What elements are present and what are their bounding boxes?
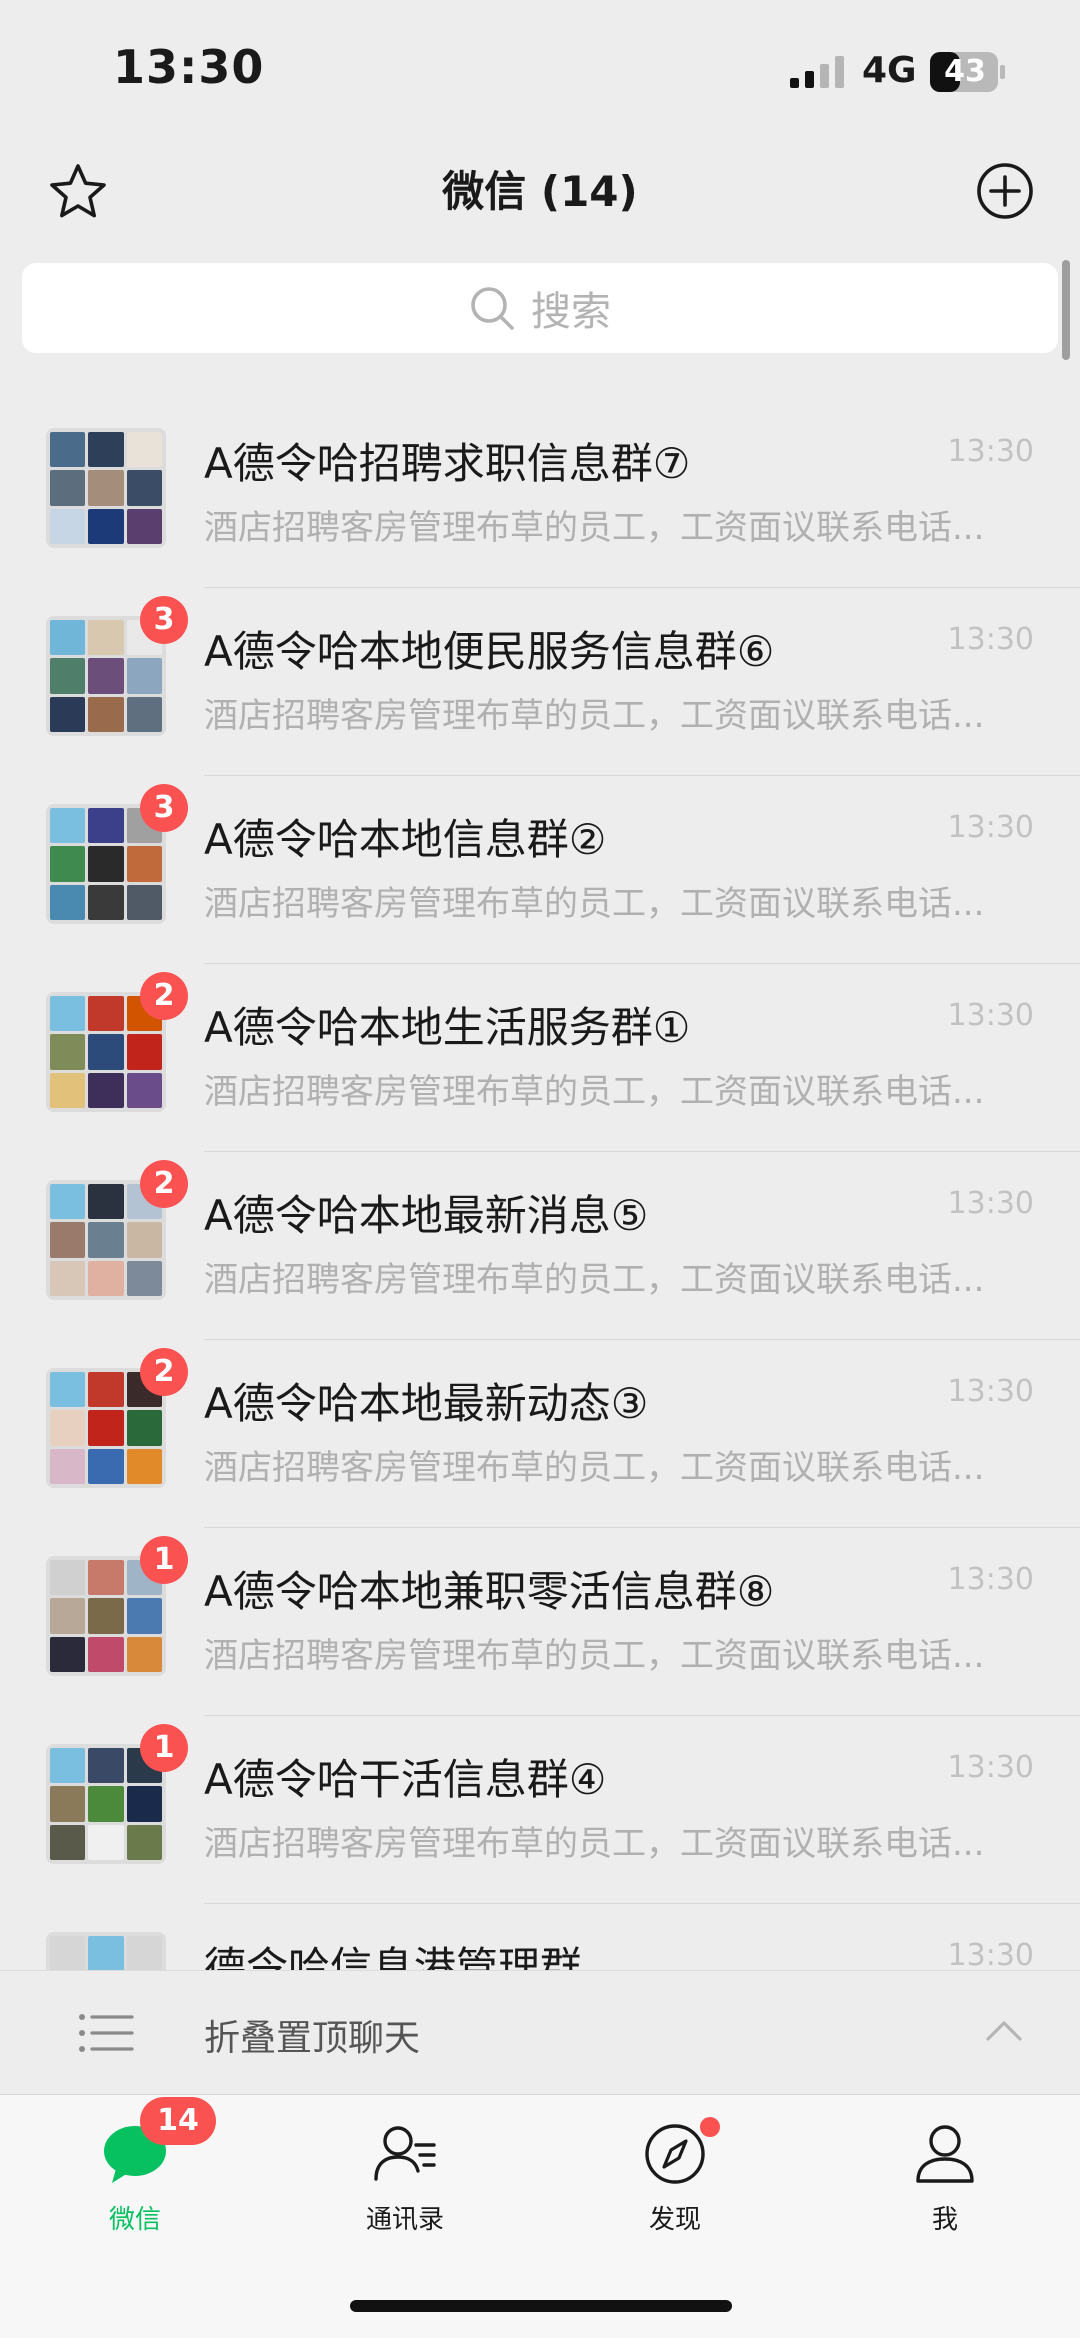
chat-name: A德令哈本地便民服务信息群⑥ <box>204 627 775 676</box>
chat-preview: 酒店招聘客房管理布草的员工，工资面议联系电话... <box>204 1824 985 1864</box>
chat-row[interactable]: 1 A德令哈干活信息群④ 13:30 酒店招聘客房管理布草的员工，工资面议联系电… <box>0 1716 1080 1904</box>
chat-time: 13:30 <box>947 1938 1034 1970</box>
unread-badge: 3 <box>140 596 188 644</box>
chat-preview: 酒店招聘客房管理布草的员工，工资面议联系电话... <box>204 1260 985 1300</box>
chat-preview: 酒店招聘客房管理布草的员工，工资面议联系电话... <box>204 696 985 736</box>
chat-name: A德令哈本地最新动态③ <box>204 1379 649 1428</box>
tab-chats[interactable]: 14 微信 <box>0 2095 270 2265</box>
group-avatar <box>46 1932 166 1970</box>
tab-unread-badge: 14 <box>140 2097 216 2145</box>
chat-time: 13:30 <box>947 1374 1034 1409</box>
home-indicator[interactable] <box>350 2300 732 2312</box>
group-avatar <box>46 428 166 548</box>
chat-row[interactable]: 2 A德令哈本地生活服务群① 13:30 酒店招聘客房管理布草的员工，工资面议联… <box>0 964 1080 1152</box>
search-placeholder: 搜索 <box>531 289 611 335</box>
status-time: 13:30 <box>113 40 265 94</box>
tab-label: 发现 <box>648 2205 701 2235</box>
chat-time: 13:30 <box>947 1562 1034 1597</box>
chevron-up-icon[interactable] <box>986 2015 1022 2045</box>
chat-row[interactable]: 德令哈信息港管理群 13:30 <box>0 1904 1080 1970</box>
add-circle-icon[interactable] <box>976 162 1034 220</box>
list-icon <box>79 2014 134 2052</box>
contacts-icon <box>374 2126 436 2181</box>
chat-row[interactable]: 3 A德令哈本地信息群② 13:30 酒店招聘客房管理布草的员工，工资面议联系电… <box>0 776 1080 964</box>
chat-row[interactable]: 1 A德令哈本地兼职零活信息群⑧ 13:30 酒店招聘客房管理布草的员工，工资面… <box>0 1528 1080 1716</box>
signal-icon <box>790 56 844 88</box>
fold-pinned-bar[interactable]: 折叠置顶聊天 <box>0 1970 1080 2095</box>
chat-row[interactable]: A德令哈招聘求职信息群⑦ 13:30 酒店招聘客房管理布草的员工，工资面议联系电… <box>0 400 1080 588</box>
unread-badge: 2 <box>140 1348 188 1396</box>
person-icon <box>916 2125 974 2183</box>
status-bar: 13:30 4G 43 <box>0 0 1080 140</box>
compass-icon <box>645 2124 705 2184</box>
tab-discover[interactable]: 发现 <box>540 2095 810 2265</box>
network-type: 4G <box>862 50 917 91</box>
tab-label: 微信 <box>108 2205 161 2235</box>
chat-name: 德令哈信息港管理群 <box>204 1943 583 1970</box>
chat-name: A德令哈招聘求职信息群⑦ <box>204 439 691 488</box>
chat-row[interactable]: 2 A德令哈本地最新动态③ 13:30 酒店招聘客房管理布草的员工，工资面议联系… <box>0 1340 1080 1528</box>
search-input[interactable]: 搜索 <box>22 263 1058 353</box>
chat-name: A德令哈本地最新消息⑤ <box>204 1191 649 1240</box>
page-title: 微信 (14) <box>442 167 638 216</box>
chat-time: 13:30 <box>947 810 1034 845</box>
chat-preview: 酒店招聘客房管理布草的员工，工资面议联系电话... <box>204 884 985 924</box>
tab-me[interactable]: 我 <box>810 2095 1080 2265</box>
unread-badge: 2 <box>140 1160 188 1208</box>
tab-label: 我 <box>931 2205 958 2235</box>
chat-preview: 酒店招聘客房管理布草的员工，工资面议联系电话... <box>204 508 985 548</box>
chat-time: 13:30 <box>947 1750 1034 1785</box>
chat-time: 13:30 <box>947 622 1034 657</box>
unread-badge: 3 <box>140 784 188 832</box>
chat-preview: 酒店招聘客房管理布草的员工，工资面议联系电话... <box>204 1448 985 1488</box>
tab-contacts[interactable]: 通讯录 <box>270 2095 540 2265</box>
notification-dot <box>700 2117 720 2137</box>
chat-preview: 酒店招聘客房管理布草的员工，工资面议联系电话... <box>204 1072 985 1112</box>
chat-name: A德令哈本地生活服务群① <box>204 1003 691 1052</box>
unread-badge: 2 <box>140 972 188 1020</box>
star-icon[interactable] <box>46 160 110 224</box>
chat-name: A德令哈本地信息群② <box>204 815 607 864</box>
chat-list: A德令哈招聘求职信息群⑦ 13:30 酒店招聘客房管理布草的员工，工资面议联系电… <box>0 400 1080 1970</box>
chat-name: A德令哈干活信息群④ <box>204 1755 607 1804</box>
chat-row[interactable]: 2 A德令哈本地最新消息⑤ 13:30 酒店招聘客房管理布草的员工，工资面议联系… <box>0 1152 1080 1340</box>
search-icon <box>471 287 514 330</box>
scrollbar[interactable] <box>1062 260 1070 360</box>
chat-row[interactable]: 3 A德令哈本地便民服务信息群⑥ 13:30 酒店招聘客房管理布草的员工，工资面… <box>0 588 1080 776</box>
chat-time: 13:30 <box>947 434 1034 469</box>
chat-preview: 酒店招聘客房管理布草的员工，工资面议联系电话... <box>204 1636 985 1676</box>
unread-badge: 1 <box>140 1724 188 1772</box>
chat-name: A德令哈本地兼职零活信息群⑧ <box>204 1567 775 1616</box>
chat-time: 13:30 <box>947 1186 1034 1221</box>
chat-time: 13:30 <box>947 998 1034 1033</box>
tab-label: 通讯录 <box>365 2205 444 2235</box>
unread-badge: 1 <box>140 1536 188 1584</box>
battery-level: 43 <box>944 54 986 89</box>
fold-label: 折叠置顶聊天 <box>204 2018 421 2059</box>
